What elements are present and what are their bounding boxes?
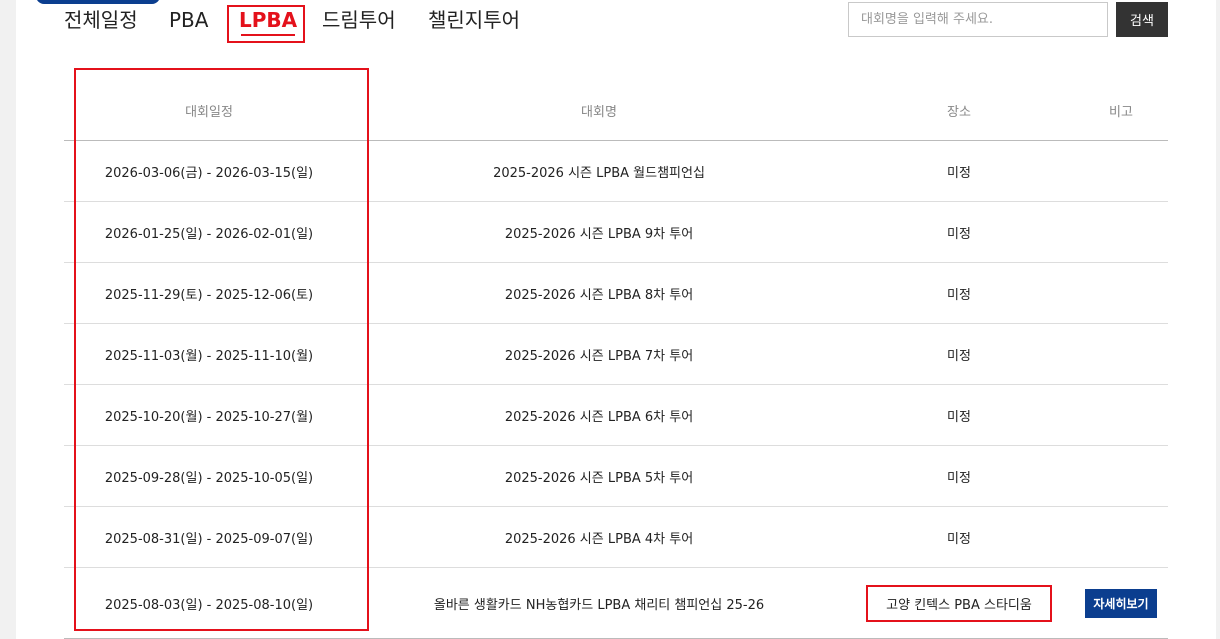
row-venue: 미정	[844, 445, 1074, 507]
header-name: 대회명	[354, 80, 844, 141]
row-note	[1074, 140, 1168, 202]
row-venue: 미정	[844, 506, 1074, 568]
row-name: 2025-2026 시즌 LPBA 월드챔피언십	[354, 140, 844, 202]
row-note: 자세히보기	[1074, 567, 1168, 639]
row-date: 2026-01-25(일) - 2026-02-01(일)	[64, 201, 354, 263]
row-venue: 미정	[844, 262, 1074, 324]
row-date: 2025-10-20(월) - 2025-10-27(월)	[64, 384, 354, 446]
tab-label: 챌린지투어	[428, 8, 520, 32]
row-venue: 미정	[844, 140, 1074, 202]
view-details-button[interactable]: 자세히보기	[1085, 588, 1157, 618]
row-venue: 미정	[844, 201, 1074, 263]
row-name: 2025-2026 시즌 LPBA 7차 투어	[354, 323, 844, 385]
table-row[interactable]: 2025-08-03(일) - 2025-08-10(일) 올바른 생활카드 N…	[64, 567, 1168, 639]
tab-label: 전체일정	[64, 8, 138, 32]
row-date: 2025-08-03(일) - 2025-08-10(일)	[64, 567, 354, 639]
row-name: 2025-2026 시즌 LPBA 5차 투어	[354, 445, 844, 507]
tab-label: LPBA	[239, 8, 298, 32]
tab-all-schedule[interactable]: 전체일정	[64, 6, 138, 34]
row-venue: 고양 킨텍스 PBA 스타디움	[844, 567, 1074, 639]
schedule-table: 대회일정 대회명 장소 비고 2026-03-06(금) - 2026-03-1…	[64, 80, 1168, 639]
table-row[interactable]: 2025-11-03(월) - 2025-11-10(월) 2025-2026 …	[64, 323, 1168, 385]
page-container: 전체일정 PBA LPBA 드림투어 챌린지투어 검색 대회일정 대회명 장소 …	[16, 0, 1216, 639]
venue-highlight: 고양 킨텍스 PBA 스타디움	[866, 584, 1052, 622]
row-name: 2025-2026 시즌 LPBA 6차 투어	[354, 384, 844, 446]
row-name: 올바른 생활카드 NH농협카드 LPBA 채리티 챔피언십 25-26	[354, 567, 844, 639]
active-tab-underline	[241, 34, 296, 36]
tab-label: 드림투어	[322, 8, 396, 32]
row-date: 2026-03-06(금) - 2026-03-15(일)	[64, 140, 354, 202]
row-note	[1074, 445, 1168, 507]
table-row[interactable]: 2025-10-20(월) - 2025-10-27(월) 2025-2026 …	[64, 384, 1168, 446]
row-name: 2025-2026 시즌 LPBA 4차 투어	[354, 506, 844, 568]
tab-lpba[interactable]: LPBA	[239, 6, 298, 36]
header-venue: 장소	[844, 80, 1074, 141]
row-note	[1074, 323, 1168, 385]
table-header-row: 대회일정 대회명 장소 비고	[64, 80, 1168, 141]
table-row[interactable]: 2026-03-06(금) - 2026-03-15(일) 2025-2026 …	[64, 140, 1168, 202]
row-venue: 미정	[844, 384, 1074, 446]
search-input[interactable]	[848, 2, 1108, 37]
row-date: 2025-11-29(토) - 2025-12-06(토)	[64, 262, 354, 324]
row-name: 2025-2026 시즌 LPBA 8차 투어	[354, 262, 844, 324]
row-name: 2025-2026 시즌 LPBA 9차 투어	[354, 201, 844, 263]
row-venue: 미정	[844, 323, 1074, 385]
tab-pba[interactable]: PBA	[169, 6, 208, 34]
top-accent-bar	[36, 0, 160, 4]
table-row[interactable]: 2025-09-28(일) - 2025-10-05(일) 2025-2026 …	[64, 445, 1168, 507]
row-date: 2025-08-31(일) - 2025-09-07(일)	[64, 506, 354, 568]
row-date: 2025-09-28(일) - 2025-10-05(일)	[64, 445, 354, 507]
search-button[interactable]: 검색	[1116, 2, 1168, 37]
tab-dream-tour[interactable]: 드림투어	[322, 6, 396, 34]
table-row[interactable]: 2026-01-25(일) - 2026-02-01(일) 2025-2026 …	[64, 201, 1168, 263]
header-date: 대회일정	[64, 80, 354, 141]
table-row[interactable]: 2025-08-31(일) - 2025-09-07(일) 2025-2026 …	[64, 506, 1168, 568]
row-note	[1074, 262, 1168, 324]
header-note: 비고	[1074, 80, 1168, 141]
row-note	[1074, 506, 1168, 568]
row-note	[1074, 201, 1168, 263]
tab-label: PBA	[169, 8, 209, 32]
tab-challenge-tour[interactable]: 챌린지투어	[428, 6, 520, 34]
table-row[interactable]: 2025-11-29(토) - 2025-12-06(토) 2025-2026 …	[64, 262, 1168, 324]
row-date: 2025-11-03(월) - 2025-11-10(월)	[64, 323, 354, 385]
row-note	[1074, 384, 1168, 446]
